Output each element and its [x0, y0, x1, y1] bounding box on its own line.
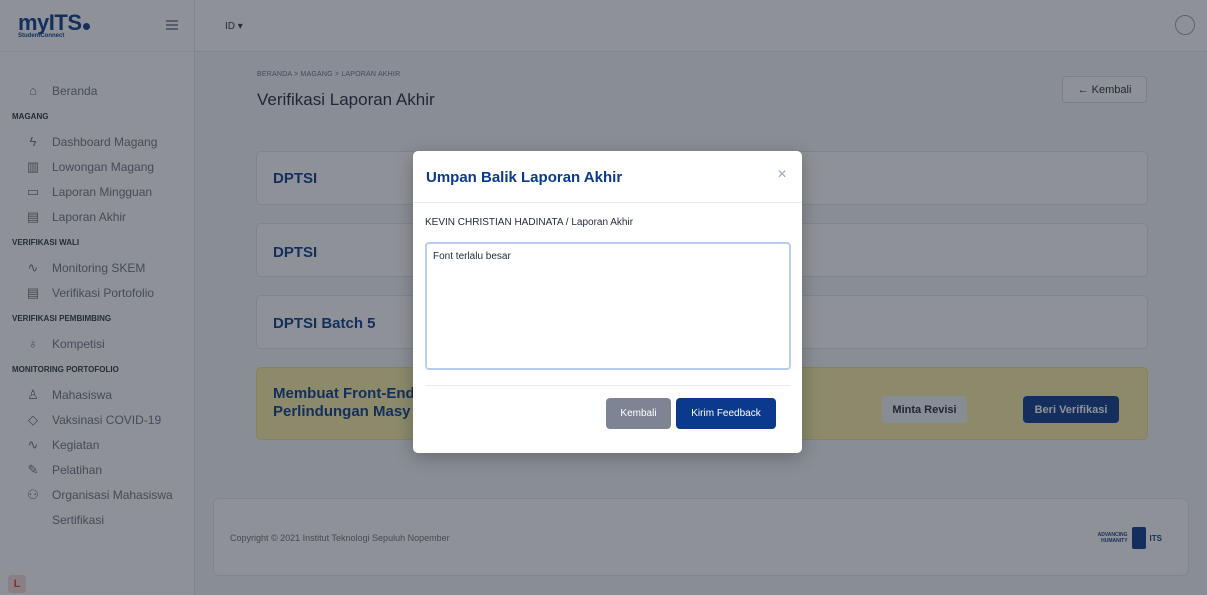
feedback-textarea[interactable] [425, 242, 791, 370]
send-feedback-button[interactable]: Kirim Feedback [676, 398, 776, 429]
feedback-modal: Umpan Balik Laporan Akhir × KEVIN CHRIST… [413, 151, 802, 453]
cancel-button[interactable]: Kembali [606, 398, 671, 429]
student-report-label: KEVIN CHRISTIAN HADINATA / Laporan Akhir [425, 217, 634, 228]
close-icon[interactable]: × [774, 167, 790, 183]
modal-header: Umpan Balik Laporan Akhir × [413, 151, 802, 203]
modal-title: Umpan Balik Laporan Akhir [426, 169, 623, 186]
modal-divider [425, 385, 791, 386]
